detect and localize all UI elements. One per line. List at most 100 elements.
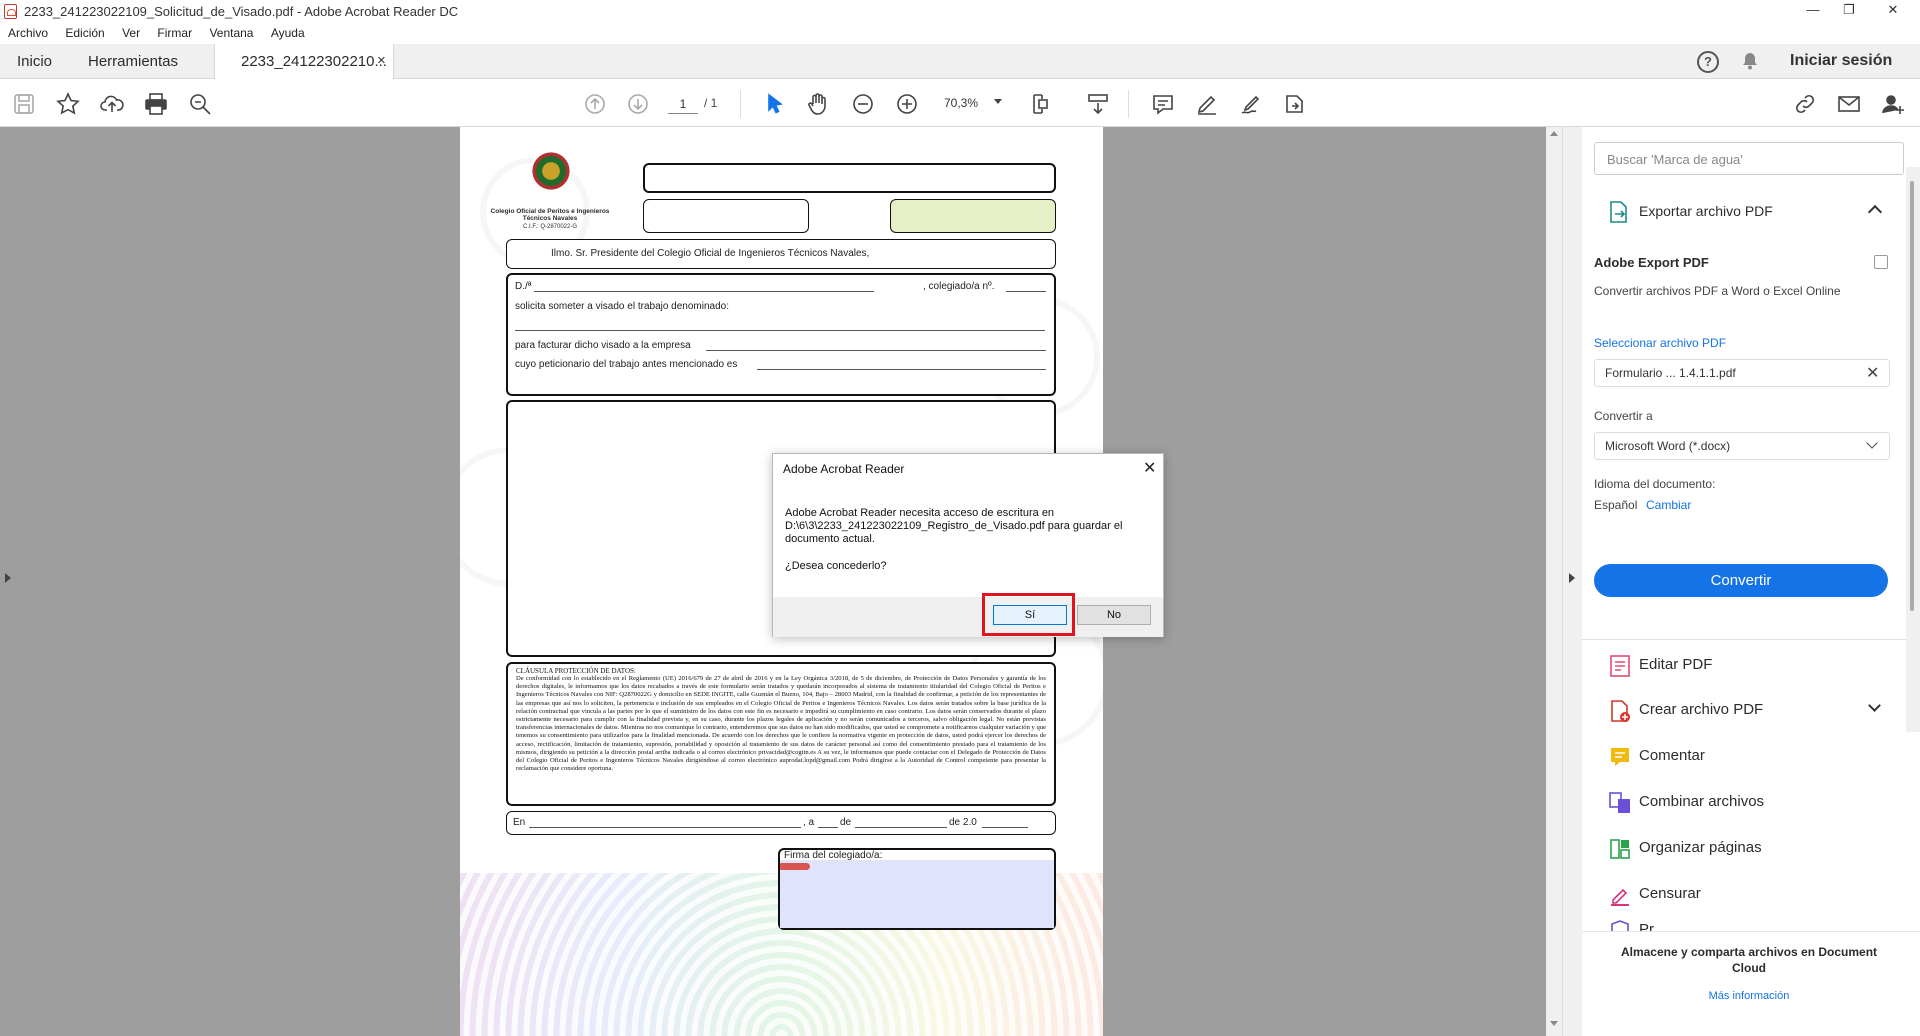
date-month-line[interactable]	[855, 827, 947, 828]
dialog-title: Adobe Acrobat Reader	[783, 462, 905, 476]
minimize-button[interactable]: —	[1802, 2, 1824, 17]
export-pdf-header[interactable]: Exportar archivo PDF	[1639, 203, 1773, 219]
remove-file-icon[interactable]: ✕	[1866, 363, 1879, 383]
data-protection-title: CLÁUSULA PROTECCIÓN DE DATOS:	[516, 667, 636, 675]
dialog-question: ¿Desea concederlo?	[785, 560, 887, 572]
chevron-down-icon[interactable]	[1868, 699, 1881, 712]
print-icon[interactable]	[142, 90, 170, 118]
left-pane-toggle-icon[interactable]	[5, 573, 11, 583]
more-info-link[interactable]: Más información	[1604, 990, 1894, 1002]
zoom-level-dropdown[interactable]: 70,3%	[944, 96, 978, 110]
convert-to-label: Convertir a	[1594, 409, 1653, 423]
highlight-annotation	[982, 593, 1075, 636]
form-field-header-1[interactable]	[643, 163, 1056, 193]
billing-company-line[interactable]	[706, 350, 1046, 351]
page-number-input[interactable]: 1	[668, 94, 698, 114]
signature-field[interactable]	[780, 860, 1054, 928]
page-fit-icon[interactable]	[1028, 90, 1056, 118]
notifications-bell-icon[interactable]	[1742, 52, 1758, 70]
combine-files-icon	[1608, 791, 1632, 815]
tool-edit-pdf[interactable]: Editar PDF	[1639, 656, 1712, 673]
menu-ayuda[interactable]: Ayuda	[271, 26, 305, 40]
copy-icon[interactable]	[1874, 255, 1888, 269]
main-toolbar: 1 / 1 70,3%	[0, 80, 1920, 127]
tab-document[interactable]: 2233_24122302210... ×	[214, 44, 394, 79]
help-icon[interactable]: ?	[1697, 51, 1719, 73]
share-edit-icon[interactable]	[1281, 90, 1309, 118]
tool-comment[interactable]: Comentar	[1639, 747, 1705, 764]
scroll-thumb[interactable]	[1910, 181, 1914, 611]
form-field-header-3[interactable]	[890, 199, 1056, 233]
org-name: Colegio Oficial de Peritos e Ingenieros …	[490, 208, 610, 222]
menu-ver[interactable]: Ver	[122, 26, 140, 40]
maximize-button[interactable]: ❐	[1838, 2, 1860, 18]
member-number-line[interactable]	[1006, 291, 1046, 292]
find-zoom-icon[interactable]	[186, 90, 214, 118]
format-select[interactable]: Microsoft Word (*.docx)	[1594, 432, 1890, 460]
save-icon[interactable]	[10, 90, 38, 118]
share-link-icon[interactable]	[1791, 90, 1819, 118]
right-pane-toggle-icon[interactable]	[1569, 573, 1575, 583]
document-scrollbar[interactable]	[1546, 127, 1562, 1036]
sign-in-button[interactable]: Iniciar sesión	[1790, 52, 1892, 70]
applicant-name-line[interactable]	[534, 291, 874, 292]
no-button[interactable]: No	[1077, 605, 1151, 625]
convert-button[interactable]: Convertir	[1594, 564, 1888, 597]
add-user-icon[interactable]	[1879, 90, 1907, 118]
scroll-down-icon[interactable]	[1550, 1021, 1558, 1026]
email-icon[interactable]	[1835, 90, 1863, 118]
scroll-mode-icon[interactable]	[1084, 90, 1112, 118]
date-place-line[interactable]	[529, 827, 801, 828]
dialog-message: Adobe Acrobat Reader necesita acceso de …	[785, 507, 1123, 545]
tab-close-icon[interactable]: ×	[377, 52, 386, 69]
signature-label: Firma del colegiado/a:	[784, 850, 883, 861]
sign-icon[interactable]	[1237, 90, 1265, 118]
close-window-button[interactable]: ✕	[1882, 2, 1904, 18]
hand-tool-icon[interactable]	[804, 90, 832, 118]
menu-archivo[interactable]: Archivo	[8, 26, 48, 40]
tools-scrollbar[interactable]	[1906, 167, 1920, 732]
menu-edicion[interactable]: Edición	[65, 26, 104, 40]
tools-search-input[interactable]: Buscar 'Marca de agua'	[1594, 142, 1904, 175]
select-cursor-icon[interactable]	[761, 90, 789, 118]
previous-page-icon[interactable]	[581, 90, 609, 118]
next-page-icon[interactable]	[624, 90, 652, 118]
title-bar: 2233_241223022109_Solicitud_de_Visado.pd…	[0, 0, 1920, 24]
menu-ventana[interactable]: Ventana	[209, 26, 253, 40]
work-title-line[interactable]	[515, 330, 1045, 331]
scroll-up-icon[interactable]	[1550, 131, 1558, 136]
tool-protect[interactable]: Pr...	[1639, 921, 1666, 931]
requester-line[interactable]	[757, 369, 1046, 370]
date-day-line[interactable]	[818, 827, 838, 828]
upload-cloud-icon[interactable]	[98, 90, 126, 118]
chevron-down-icon[interactable]	[994, 99, 1002, 104]
tool-combine-files[interactable]: Combinar archivos	[1639, 793, 1764, 810]
right-pane-splitter[interactable]	[1562, 127, 1582, 1036]
zoom-in-icon[interactable]	[893, 90, 921, 118]
dialog-close-icon[interactable]: ✕	[1143, 458, 1156, 478]
select-pdf-link[interactable]: Seleccionar archivo PDF	[1594, 336, 1726, 350]
tool-create-pdf[interactable]: Crear archivo PDF	[1639, 701, 1763, 718]
tab-herramientas[interactable]: Herramientas	[88, 53, 178, 70]
doc-language-value: Español	[1594, 498, 1638, 512]
comment-icon[interactable]	[1149, 90, 1177, 118]
tab-inicio[interactable]: Inicio	[17, 53, 52, 70]
bookmark-star-icon[interactable]	[54, 90, 82, 118]
chevron-up-icon[interactable]	[1867, 204, 1883, 220]
toolbar-divider	[1128, 90, 1129, 118]
export-pdf-icon	[1608, 200, 1630, 224]
date-year-line[interactable]	[982, 827, 1028, 828]
menu-firmar[interactable]: Firmar	[157, 26, 192, 40]
service-description: Convertir archivos PDF a Word o Excel On…	[1594, 284, 1841, 298]
tools-pane: Buscar 'Marca de agua' Exportar archivo …	[1582, 127, 1920, 1036]
form-field-header-2[interactable]	[643, 199, 809, 233]
tab-bar: Inicio Herramientas 2233_24122302210... …	[0, 44, 1920, 79]
signature-flag-icon	[780, 863, 810, 870]
highlight-pen-icon[interactable]	[1193, 90, 1221, 118]
change-language-link[interactable]: Cambiar	[1646, 498, 1691, 512]
edit-pdf-icon	[1608, 654, 1632, 678]
tool-redact[interactable]: Censurar	[1639, 885, 1701, 902]
zoom-out-icon[interactable]	[849, 90, 877, 118]
work-title-label: solicita someter a visado el trabajo den…	[515, 301, 730, 312]
tool-organize-pages[interactable]: Organizar páginas	[1639, 839, 1762, 856]
